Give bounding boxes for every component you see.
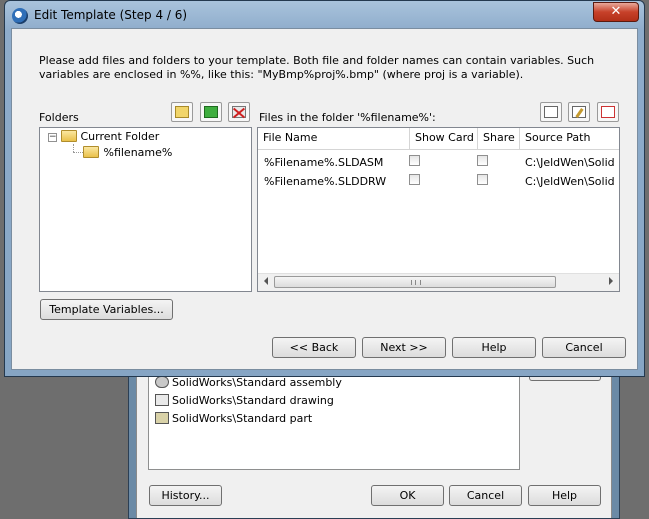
files-in-folder-label: Files in the folder '%filename%':: [259, 111, 436, 124]
column-header-source-path[interactable]: Source Path: [520, 128, 619, 150]
file-name-cell: %Filename%.SLDASM: [264, 156, 384, 169]
new-file-icon: [544, 106, 558, 118]
list-item[interactable]: SolidWorks\Standard drawing: [155, 393, 334, 409]
folders-tree[interactable]: − Current Folder %filename%: [39, 127, 252, 292]
source-path-cell: C:\JeldWen\Solid: [525, 175, 615, 188]
list-item-label: SolidWorks\Standard drawing: [172, 394, 334, 407]
column-header-share[interactable]: Share: [478, 128, 520, 150]
folders-label: Folders: [39, 111, 79, 124]
instructions-text: Please add files and folders to your tem…: [39, 54, 595, 81]
template-variables-button[interactable]: Template Variables...: [40, 299, 173, 320]
drawing-icon: [155, 394, 169, 406]
column-header-file-name[interactable]: File Name: [258, 128, 410, 150]
list-item[interactable]: SolidWorks\Standard assembly: [155, 375, 342, 391]
share-checkbox[interactable]: [477, 174, 488, 185]
edit-file-button[interactable]: [568, 102, 590, 122]
ok-button[interactable]: OK: [371, 485, 444, 506]
background-dialog: SolidWorks\Standard assembly SolidWorks\…: [128, 364, 620, 519]
template-list[interactable]: SolidWorks\Standard assembly SolidWorks\…: [148, 370, 520, 470]
tree-item-filename[interactable]: %filename%: [83, 145, 173, 161]
share-checkbox[interactable]: [477, 155, 488, 166]
scrollbar-thumb[interactable]: [274, 276, 556, 288]
part-icon: [155, 412, 169, 424]
history-button[interactable]: History...: [149, 485, 222, 506]
list-item[interactable]: SolidWorks\Standard part: [155, 411, 312, 427]
cancel-button[interactable]: Cancel: [542, 337, 626, 358]
dialog-client: Please add files and folders to your tem…: [11, 28, 638, 370]
grip-icon: [411, 280, 421, 285]
tree-line: [73, 152, 83, 153]
background-dialog-client: SolidWorks\Standard assembly SolidWorks\…: [136, 369, 612, 518]
green-folder-icon: [204, 106, 218, 118]
horizontal-scrollbar[interactable]: [258, 273, 619, 291]
list-item-label: SolidWorks\Standard assembly: [172, 376, 342, 389]
edit-file-icon: [572, 106, 586, 118]
close-icon: ✕: [610, 4, 622, 19]
collapse-icon[interactable]: −: [48, 133, 57, 142]
help-button[interactable]: Help: [452, 337, 536, 358]
new-folder-icon: [175, 106, 189, 118]
list-item-label: SolidWorks\Standard part: [172, 412, 313, 425]
file-name-cell: %Filename%.SLDDRW: [264, 175, 387, 188]
edit-template-dialog: Edit Template (Step 4 / 6) ✕ Please add …: [4, 0, 645, 377]
close-button[interactable]: ✕: [593, 2, 639, 22]
background-help-button[interactable]: Help: [528, 485, 601, 506]
delete-folder-icon: [232, 106, 246, 118]
background-cancel-button[interactable]: Cancel: [449, 485, 522, 506]
scroll-right-icon[interactable]: [609, 277, 613, 285]
delete-file-icon: [601, 106, 615, 118]
add-folder-button[interactable]: [171, 102, 193, 122]
tree-item-label: %filename%: [103, 146, 173, 159]
tree-item-current-folder[interactable]: Current Folder: [61, 129, 159, 145]
back-button[interactable]: << Back: [272, 337, 356, 358]
dialog-title: Edit Template (Step 4 / 6): [34, 8, 188, 22]
show-card-checkbox[interactable]: [409, 155, 420, 166]
column-header-show-card[interactable]: Show Card: [410, 128, 478, 150]
tree-line: [73, 144, 74, 152]
assembly-icon: [155, 376, 169, 388]
source-path-cell: C:\JeldWen\Solid: [525, 156, 615, 169]
add-subfolder-button[interactable]: [200, 102, 222, 122]
delete-folder-button[interactable]: [228, 102, 250, 122]
next-button[interactable]: Next >>: [362, 337, 446, 358]
delete-file-button[interactable]: [597, 102, 619, 122]
open-folder-icon: [83, 146, 99, 158]
scroll-left-icon[interactable]: [264, 277, 268, 285]
app-icon: [12, 8, 28, 24]
files-table[interactable]: File Name Show Card Share Source Path %F…: [257, 127, 620, 292]
show-card-checkbox[interactable]: [409, 174, 420, 185]
add-file-button[interactable]: [540, 102, 562, 122]
tree-item-label: Current Folder: [80, 130, 160, 143]
folder-icon: [61, 130, 77, 142]
